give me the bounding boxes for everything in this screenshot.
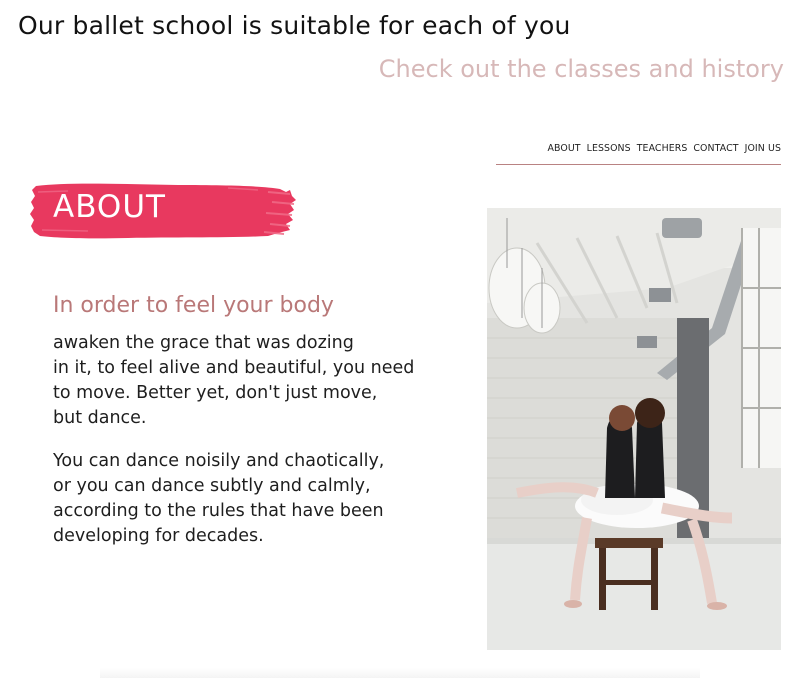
ballet-studio-photo — [487, 208, 781, 650]
main-nav: ABOUT LESSONS TEACHERS CONTACT JOIN US — [496, 141, 781, 165]
about-paragraph: awaken the grace that was dozing in it, … — [53, 333, 415, 428]
nav-item-about[interactable]: ABOUT — [547, 141, 580, 154]
section-title: In order to feel your body — [53, 293, 334, 318]
page-subheadline: Check out the classes and history — [378, 55, 784, 83]
about-badge-label: ABOUT — [53, 189, 166, 225]
bottom-divider — [100, 668, 700, 678]
page-headline: Our ballet school is suitable for each o… — [18, 11, 571, 40]
about-badge: ABOUT — [28, 180, 298, 244]
about-paragraph: You can dance noisily and chaotically, o… — [53, 451, 385, 546]
nav-item-teachers[interactable]: TEACHERS — [637, 141, 688, 154]
nav-item-contact[interactable]: CONTACT — [693, 141, 738, 154]
nav-item-join-us[interactable]: JOIN US — [745, 141, 781, 154]
nav-item-lessons[interactable]: LESSONS — [587, 141, 631, 154]
